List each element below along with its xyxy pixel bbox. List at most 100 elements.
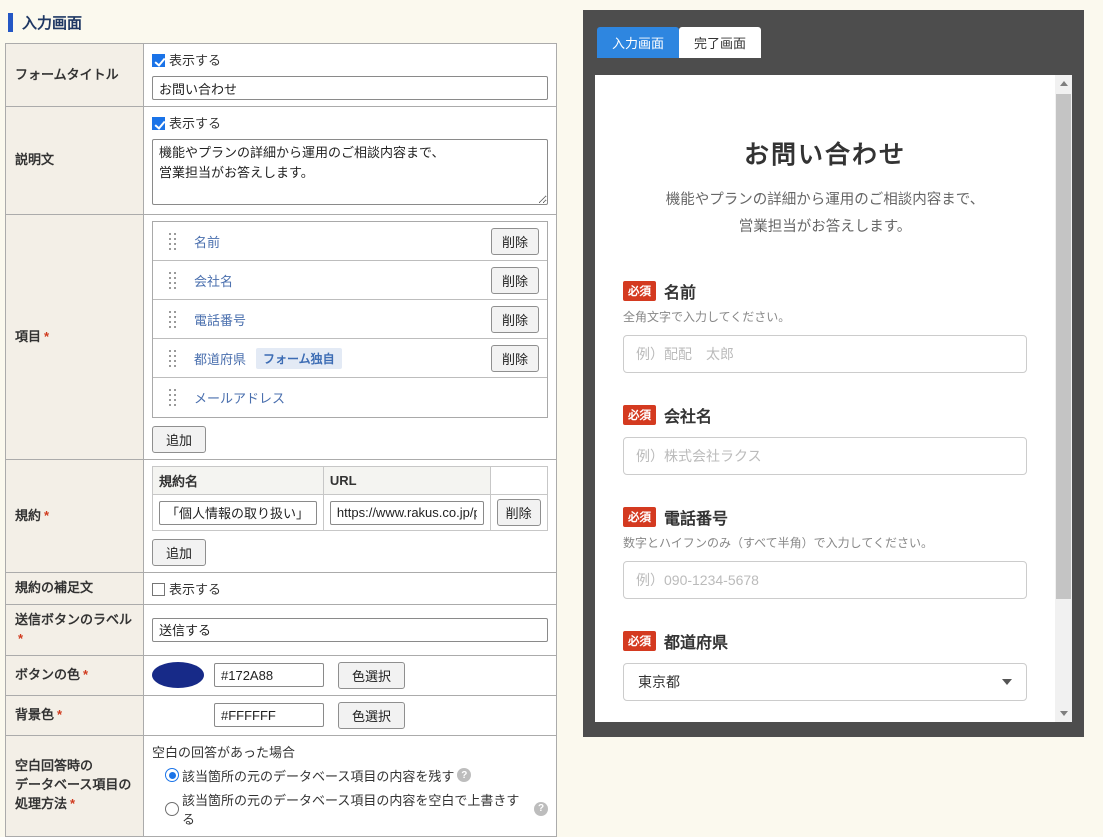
preview-scrollbar[interactable] [1055,75,1072,722]
preview-form-page: お問い合わせ 機能やプランの詳細から運用のご相談内容まで、 営業担当がお答えしま… [595,75,1072,722]
tab-input-screen[interactable]: 入力画面 [597,27,679,58]
terms-row: 削除 [153,495,548,531]
drag-handle-icon[interactable] [169,350,178,367]
section-header: 入力画面 [8,12,557,33]
preview-field-prefecture-select[interactable]: 東京都 [623,663,1027,701]
description-textarea[interactable]: 機能やプランの詳細から運用のご相談内容まで、 営業担当がお答えします。 [152,139,548,205]
terms-add-button[interactable]: 追加 [152,539,206,566]
item-delete-button[interactable]: 削除 [491,345,539,372]
items-label: 項目 [15,329,41,344]
item-link-email[interactable]: メールアドレス [194,388,285,407]
scrollbar-thumb[interactable] [1056,94,1071,599]
preview-tabs: 入力画面 完了画面 [597,27,761,58]
terms-label: 規約 [15,508,41,523]
form-settings-table: フォームタイトル 表示する 説明文 表示する 機能やプランの詳細から運用のご相談… [5,43,557,837]
terms-note-label: 規約の補足文 [6,573,144,605]
row-terms-note: 規約の補足文 表示する [6,573,557,605]
submit-label-label: 送信ボタンのラベル [15,612,132,627]
preview-field-company-label: 会社名 [664,403,712,427]
terms-table: 規約名 URL 削除 [152,466,548,531]
button-color-label: ボタンの色 [15,667,80,682]
preview-fields: 必須 名前 全角文字で入力してください。 必須 会社名 [623,279,1027,722]
form-only-badge: フォーム独自 [256,348,342,369]
row-terms: 規約* 規約名 URL 削除 追加 [6,460,557,573]
scroll-up-button[interactable] [1055,75,1072,92]
terms-col-url: URL [323,467,490,495]
scroll-down-button[interactable] [1055,705,1072,722]
item-row-phone: 電話番号 削除 [153,300,547,339]
required-badge: 必須 [623,631,656,651]
input-screen-editor: 入力画面 フォームタイトル 表示する 説明文 表示する 機能やプランの詳細から運… [5,8,557,837]
required-mark: * [70,796,75,811]
item-row-name: 名前 削除 [153,222,547,261]
item-delete-button[interactable]: 削除 [491,228,539,255]
form-title-input[interactable] [152,76,548,100]
button-color-pick-button[interactable]: 色選択 [338,662,405,689]
row-description: 説明文 表示する 機能やプランの詳細から運用のご相談内容まで、 営業担当がお答え… [6,107,557,215]
radio-overwrite[interactable] [165,802,179,816]
chevron-down-icon [1002,679,1012,685]
preview-field-name-label: 名前 [664,279,696,303]
required-badge: 必須 [623,507,656,527]
terms-url-input[interactable] [330,501,484,525]
drag-handle-icon[interactable] [169,233,178,250]
background-color-pick-button[interactable]: 色選択 [338,702,405,729]
item-link-phone[interactable]: 電話番号 [194,310,246,329]
button-color-input[interactable] [214,663,324,687]
preview-field-name-hint: 全角文字で入力してください。 [623,308,1027,325]
preview-field-company: 必須 会社名 [623,403,1027,475]
background-color-label: 背景色 [15,707,54,722]
preview-field-phone-label: 電話番号 [664,505,728,529]
preview-field-name: 必須 名前 全角文字で入力してください。 [623,279,1027,373]
terms-name-input[interactable] [159,501,317,525]
button-color-swatch [152,662,204,688]
row-background-color: 背景色* 色選択 [6,695,557,735]
item-link-prefecture[interactable]: 都道府県 [194,349,246,368]
terms-delete-button[interactable]: 削除 [497,499,541,526]
item-row-email: メールアドレス [153,378,547,417]
required-mark: * [18,631,23,646]
radio-keep[interactable] [165,768,179,782]
row-items: 項目* 名前 削除 会社名 削除 電話番号 [6,215,557,460]
items-add-button[interactable]: 追加 [152,426,206,453]
description-show-checkbox[interactable] [152,117,165,130]
items-list: 名前 削除 会社名 削除 電話番号 削除 都道 [152,221,548,418]
submit-label-input[interactable] [152,618,548,642]
blank-answer-option-overwrite: 該当箇所の元のデータベース項目の内容を空白で上書きする ? [165,790,548,828]
terms-col-actions [490,467,547,495]
form-title-show-label: 表示する [169,53,221,68]
preview-field-company-input[interactable] [623,437,1027,475]
tab-complete-screen[interactable]: 完了画面 [679,27,761,58]
preview-panel: 入力画面 完了画面 お問い合わせ 機能やプランの詳細から運用のご相談内容まで、 … [583,10,1084,737]
row-blank-answer: 空白回答時の データベース項目の 処理方法* 空白の回答があった場合 該当箇所の… [6,735,557,836]
blank-answer-caption: 空白の回答があった場合 [152,742,548,761]
preview-field-name-input[interactable] [623,335,1027,373]
description-label: 説明文 [6,107,144,215]
required-badge: 必須 [623,281,656,301]
required-badge: 必須 [623,405,656,425]
radio-keep-label: 該当箇所の元のデータベース項目の内容を残す [182,766,454,785]
item-delete-button[interactable]: 削除 [491,267,539,294]
preview-form-title: お問い合わせ [595,135,1055,171]
row-form-title: フォームタイトル 表示する [6,44,557,107]
preview-field-prefecture: 必須 都道府県 東京都 [623,629,1027,701]
form-title-show-checkbox[interactable] [152,54,165,67]
item-link-company[interactable]: 会社名 [194,271,233,290]
help-icon[interactable]: ? [534,802,548,816]
background-color-input[interactable] [214,703,324,727]
item-link-name[interactable]: 名前 [194,232,220,251]
terms-note-show-checkbox[interactable] [152,583,165,596]
drag-handle-icon[interactable] [169,272,178,289]
row-button-color: ボタンの色* 色選択 [6,655,557,695]
item-delete-button[interactable]: 削除 [491,306,539,333]
radio-overwrite-label: 該当箇所の元のデータベース項目の内容を空白で上書きする [182,790,531,828]
preview-field-phone-hint: 数字とハイフンのみ（すべて半角）で入力してください。 [623,534,1027,551]
required-mark: * [83,667,88,682]
drag-handle-icon[interactable] [169,389,178,406]
help-icon[interactable]: ? [457,768,471,782]
required-mark: * [44,329,49,344]
item-row-prefecture: 都道府県 フォーム独自 削除 [153,339,547,378]
preview-field-phone-input[interactable] [623,561,1027,599]
drag-handle-icon[interactable] [169,311,178,328]
preview-prefecture-value: 東京都 [638,672,680,692]
